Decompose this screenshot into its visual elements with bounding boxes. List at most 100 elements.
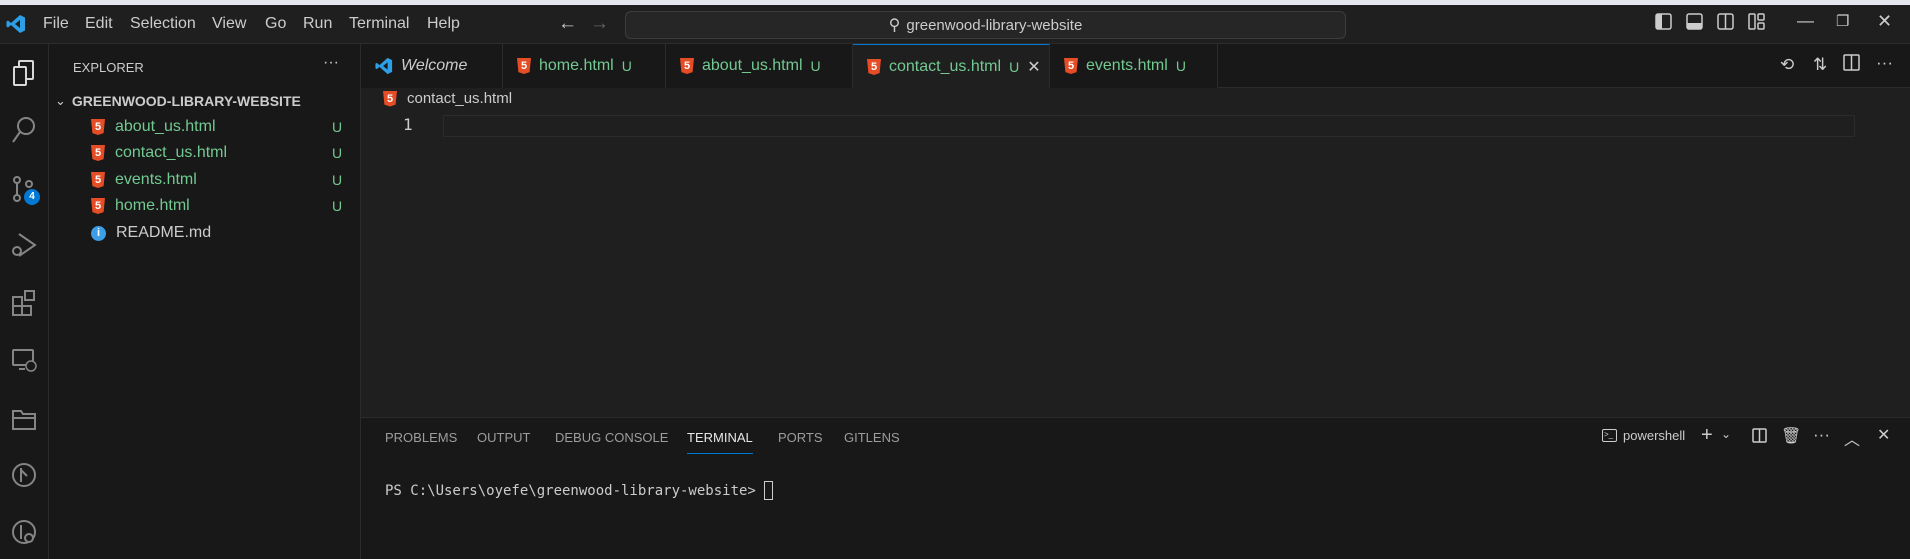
customize-layout-icon[interactable] <box>1748 13 1765 35</box>
menu-view[interactable]: View <box>212 15 246 33</box>
terminal-output[interactable]: PS C:\Users\oyefe\greenwood-library-webs… <box>385 481 774 500</box>
open-changes-icon[interactable]: ⇅ <box>1813 55 1827 75</box>
close-window-icon[interactable]: ✕ <box>1877 11 1892 32</box>
tab-label: Welcome <box>401 57 468 74</box>
remote-explorer-icon[interactable] <box>8 344 40 376</box>
new-terminal-icon[interactable]: + <box>1701 424 1713 447</box>
timeline-history-icon[interactable]: ⟲ <box>1780 55 1794 75</box>
extensions-icon[interactable] <box>8 287 40 319</box>
menu-go[interactable]: Go <box>265 15 286 33</box>
activity-bar: 4 <box>0 44 49 559</box>
toggle-panel-icon[interactable] <box>1686 13 1703 35</box>
vscode-logo-icon <box>6 15 25 33</box>
tab-welcome[interactable]: Welcome <box>361 44 503 88</box>
html-file-icon: 5 <box>1064 58 1078 74</box>
maximize-panel-icon[interactable]: ︿ <box>1844 426 1860 450</box>
tab-status: U <box>621 58 632 74</box>
menu-file[interactable]: File <box>43 15 69 33</box>
file-item[interactable]: i README.md <box>49 220 360 246</box>
panel-tab-gitlens[interactable]: GITLENS <box>844 430 900 445</box>
tab-about-us[interactable]: 5 about_us.html U <box>666 44 853 88</box>
panel-tab-terminal[interactable]: TERMINAL <box>687 430 753 454</box>
chevron-down-icon: ⌄ <box>55 93 66 108</box>
scm-badge: 4 <box>24 189 40 205</box>
menu-terminal[interactable]: Terminal <box>349 15 409 33</box>
split-editor-icon[interactable] <box>1843 54 1860 76</box>
run-debug-icon[interactable] <box>8 229 40 261</box>
explorer-title: EXPLORER <box>73 60 144 75</box>
file-name: README.md <box>116 224 212 241</box>
file-item[interactable]: 5 contact_us.html U <box>49 140 360 166</box>
more-actions-icon[interactable]: ··· <box>1813 425 1830 445</box>
current-line-highlight <box>443 115 1855 137</box>
file-status: U <box>332 119 343 135</box>
terminal-prompt: PS C:\Users\oyefe\greenwood-library-webs… <box>385 482 765 499</box>
tab-status: U <box>1175 58 1186 74</box>
html-file-icon: 5 <box>383 90 397 107</box>
breadcrumb[interactable]: 5 contact_us.html <box>383 90 512 107</box>
tab-contact-us[interactable]: 5 contact_us.html U ✕ <box>853 44 1050 89</box>
folder-icon[interactable] <box>8 403 40 435</box>
more-actions-icon[interactable]: ··· <box>323 54 339 72</box>
close-tab-icon[interactable]: ✕ <box>1027 57 1040 77</box>
tab-home[interactable]: 5 home.html U <box>503 44 666 88</box>
panel-tab-ports[interactable]: PORTS <box>778 430 823 445</box>
tab-label: about_us.html <box>702 57 803 74</box>
restore-icon[interactable]: ❐ <box>1836 12 1849 30</box>
panel-tab-debug-console[interactable]: DEBUG CONSOLE <box>555 430 668 445</box>
html-file-icon: 5 <box>91 172 105 188</box>
folder-row[interactable]: ⌄ GREENWOOD-LIBRARY-WEBSITE <box>49 88 360 114</box>
toggle-secondary-sidebar-icon[interactable] <box>1717 13 1734 35</box>
split-terminal-icon[interactable] <box>1752 428 1767 448</box>
more-actions-icon[interactable]: ··· <box>1876 53 1893 73</box>
file-item[interactable]: 5 about_us.html U <box>49 114 360 140</box>
html-file-icon: 5 <box>680 58 694 74</box>
minimize-icon[interactable]: — <box>1797 11 1814 31</box>
panel-tab-output[interactable]: OUTPUT <box>477 430 530 445</box>
tab-label: events.html <box>1086 57 1168 74</box>
html-file-icon: 5 <box>867 59 881 75</box>
file-name: home.html <box>115 197 190 214</box>
menu-run[interactable]: Run <box>303 15 332 33</box>
tab-events[interactable]: 5 events.html U <box>1050 44 1218 88</box>
gitlens-inspect-icon[interactable] <box>8 516 40 548</box>
html-file-icon: 5 <box>91 119 105 135</box>
vscode-logo-icon <box>375 57 393 75</box>
terminal-shell-selector[interactable]: >_ powershell <box>1602 428 1685 443</box>
forward-arrow-icon[interactable]: → <box>590 13 609 35</box>
back-arrow-icon[interactable]: ← <box>558 13 577 35</box>
explorer-icon[interactable] <box>8 57 40 89</box>
editor-area[interactable]: 5 contact_us.html 1 <box>361 88 1910 417</box>
file-item[interactable]: 5 home.html U <box>49 193 360 219</box>
html-file-icon: 5 <box>517 58 531 74</box>
command-center-search[interactable]: ⚲ greenwood-library-website <box>625 11 1346 39</box>
file-item[interactable]: 5 events.html U <box>49 167 360 193</box>
bottom-panel: PROBLEMS OUTPUT DEBUG CONSOLE TERMINAL P… <box>361 417 1910 559</box>
menu-selection[interactable]: Selection <box>130 15 196 33</box>
info-icon: i <box>91 225 106 241</box>
tab-status: U <box>1009 59 1020 75</box>
source-control-icon[interactable]: 4 <box>8 173 40 205</box>
chevron-down-icon[interactable]: ⌄ <box>1721 427 1731 441</box>
terminal-cursor <box>764 481 774 500</box>
file-status: U <box>332 145 343 161</box>
file-status: U <box>332 172 343 188</box>
file-name: about_us.html <box>115 118 216 135</box>
search-label: greenwood-library-website <box>906 16 1083 34</box>
explorer-sidebar: EXPLORER ··· ⌄ GREENWOOD-LIBRARY-WEBSITE… <box>49 44 361 559</box>
panel-tab-problems[interactable]: PROBLEMS <box>385 430 457 445</box>
breadcrumb-file: contact_us.html <box>407 90 513 107</box>
title-bar: File Edit Selection View Go Run Terminal… <box>0 5 1910 44</box>
close-panel-icon[interactable]: ✕ <box>1877 425 1890 445</box>
tab-label: home.html <box>539 57 614 74</box>
trash-icon[interactable]: 🗑 <box>1781 426 1801 446</box>
menu-help[interactable]: Help <box>427 15 460 33</box>
search-icon[interactable] <box>8 114 40 146</box>
terminal-icon: >_ <box>1602 429 1617 442</box>
menu-edit[interactable]: Edit <box>85 15 113 33</box>
folder-name: GREENWOOD-LIBRARY-WEBSITE <box>71 93 301 109</box>
file-name: events.html <box>115 171 197 188</box>
html-file-icon: 5 <box>91 198 105 214</box>
gitlens-icon[interactable] <box>8 459 40 491</box>
toggle-primary-sidebar-icon[interactable] <box>1655 13 1672 35</box>
